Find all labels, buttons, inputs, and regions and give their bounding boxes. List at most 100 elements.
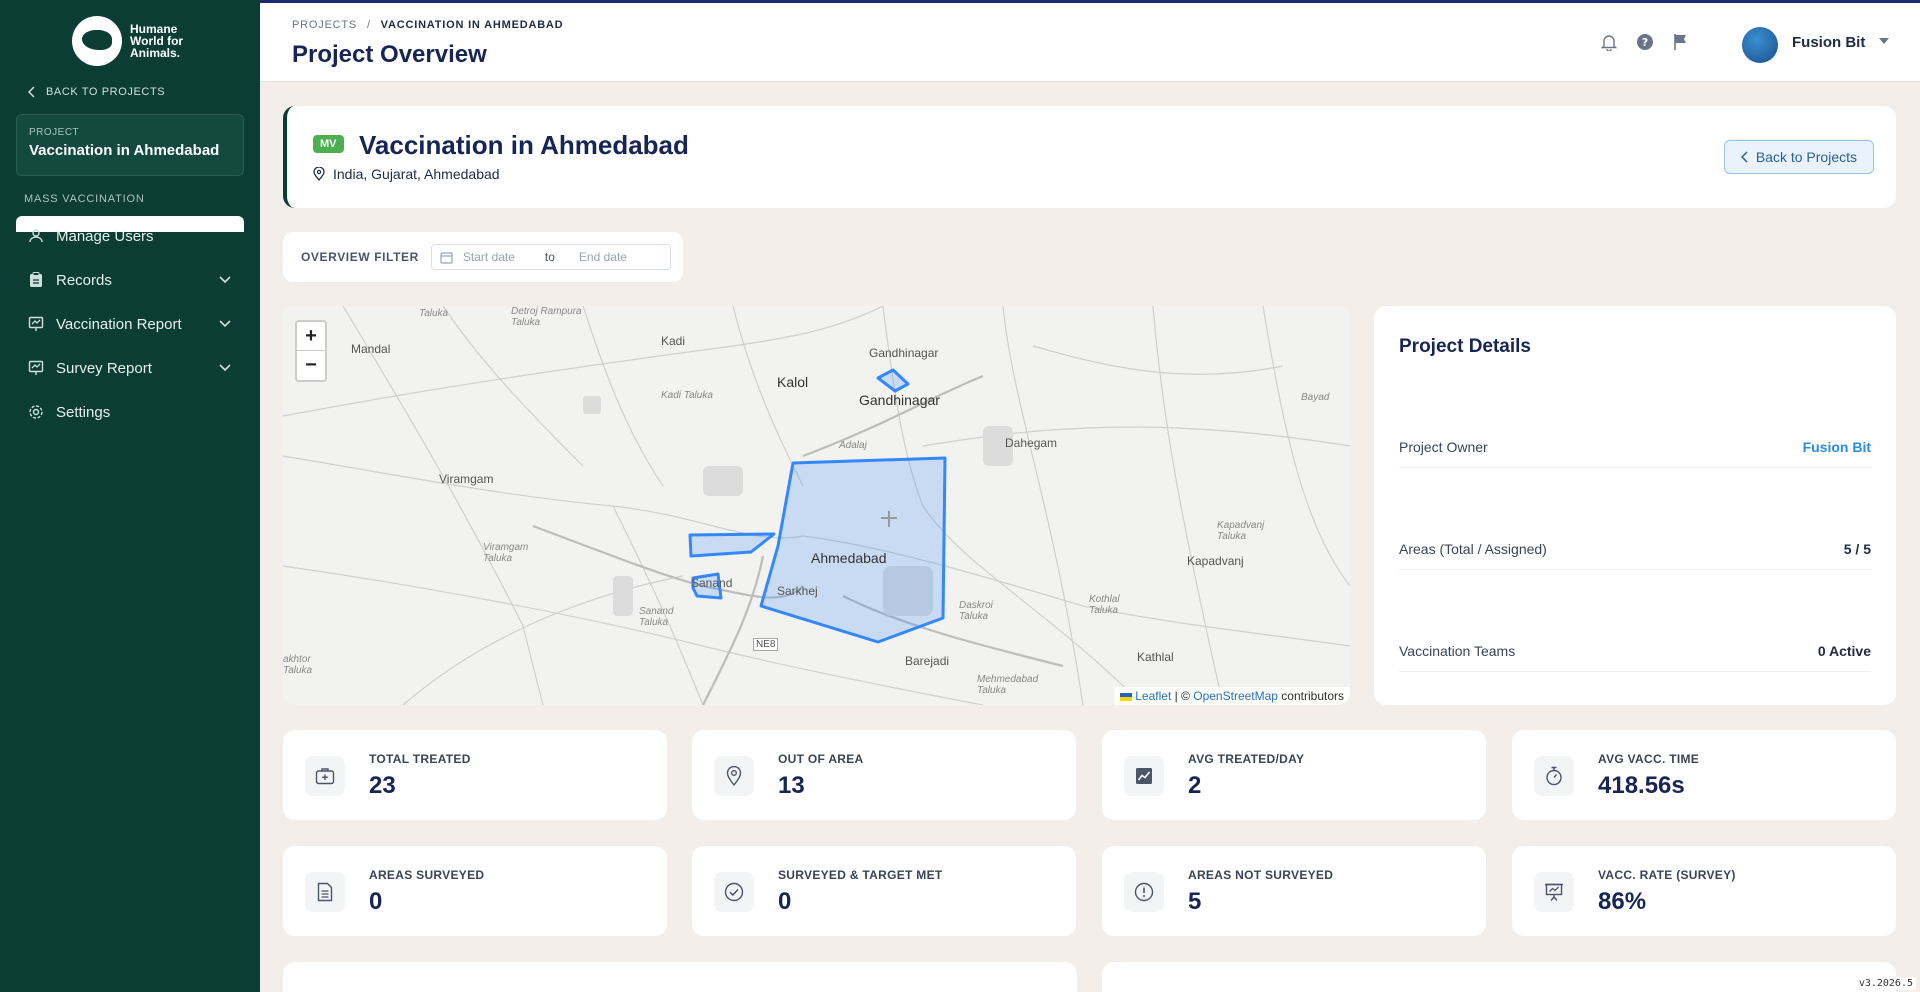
stat-avg-treated-per-day: AVG TREATED/DAY 2	[1102, 730, 1486, 820]
chevron-down-icon	[219, 364, 231, 372]
stat-label: AVG VACC. TIME	[1598, 752, 1700, 766]
stat-value: 86%	[1598, 888, 1647, 915]
stat-label: AVG TREATED/DAY	[1188, 752, 1305, 766]
user-name[interactable]: Fusion Bit	[1792, 34, 1865, 51]
project-type-badge: MV	[313, 135, 344, 153]
detail-value: 0 Active	[1817, 642, 1871, 659]
stat-label: OUT OF AREA	[778, 752, 864, 766]
sidebar-item-settings[interactable]: Settings	[16, 394, 244, 430]
stat-areas-not-surveyed: AREAS NOT SURVEYED 5	[1102, 846, 1486, 936]
bell-icon[interactable]	[1600, 33, 1618, 51]
chevron-left-icon	[1740, 151, 1748, 163]
user-icon	[28, 228, 44, 244]
map-label: Adalaj	[839, 440, 867, 451]
stat-label: SURVEYED & TARGET MET	[778, 868, 943, 882]
end-date-input[interactable]: End date	[579, 250, 627, 264]
logo-text: Humane World for Animals.	[130, 22, 184, 60]
zoom-control: + −	[295, 320, 327, 382]
map-label: Barejadi	[905, 654, 950, 668]
back-to-projects-link[interactable]: BACK TO PROJECTS	[28, 86, 165, 98]
start-date-input[interactable]: Start date	[463, 250, 535, 264]
zoom-in-button[interactable]: +	[297, 322, 325, 351]
stat-label: VACC. RATE (SURVEY)	[1598, 868, 1736, 882]
project-details-card: Project Details Project Owner Fusion Bit…	[1374, 306, 1896, 705]
current-project-card: PROJECT Vaccination in Ahmedabad	[16, 114, 244, 176]
detail-row-project-owner: Project Owner Fusion Bit	[1399, 426, 1871, 468]
zoom-out-button[interactable]: −	[297, 351, 325, 380]
sidebar-item-manage-users[interactable]: Manage Users	[16, 218, 244, 254]
date-range-separator: to	[544, 250, 555, 264]
map-label: Sarkhej	[777, 584, 818, 598]
stat-value: 13	[778, 772, 805, 799]
location-pin-icon	[313, 167, 325, 181]
map-label: Kapadvanj	[1187, 554, 1244, 568]
map-label: Taluka	[419, 308, 449, 319]
stat-value: 418.56s	[1598, 772, 1685, 799]
pin-icon	[714, 756, 754, 796]
map-label: Kadi	[661, 334, 686, 348]
detail-row-vaccination-teams: Vaccination Teams 0 Active	[1399, 630, 1871, 672]
map-label: Detroj Rampura Taluka	[511, 306, 582, 328]
map-label: Dahegam	[1005, 436, 1058, 450]
stat-value: 23	[369, 772, 396, 799]
leaflet-link[interactable]: Leaflet	[1135, 689, 1171, 703]
map-label: Kapadvanj Taluka	[1217, 520, 1265, 542]
sidebar-item-survey-report[interactable]: Survey Report	[16, 350, 244, 386]
breadcrumb-current: VACCINATION IN AHMEDABAD	[380, 19, 564, 31]
stat-value: 5	[1188, 888, 1202, 915]
avatar[interactable]	[1742, 27, 1778, 63]
map-label: Gandhinagar	[869, 346, 939, 360]
sidebar-item-vaccination-report[interactable]: Vaccination Report	[16, 306, 244, 342]
project-name: Vaccination in Ahmedabad	[29, 142, 220, 159]
map-label: akhtor Taluka	[283, 654, 313, 676]
alert-circle-icon	[1124, 872, 1164, 912]
map-tiles[interactable]	[283, 306, 1350, 705]
gear-icon	[28, 404, 44, 420]
stat-label: AREAS SURVEYED	[369, 868, 485, 882]
project-title: Vaccination in Ahmedabad	[359, 130, 689, 160]
calendar-icon	[440, 251, 453, 264]
detail-label: Areas (Total / Assigned)	[1399, 540, 1547, 557]
flag-icon[interactable]	[1672, 33, 1690, 51]
trend-chart-icon	[1124, 756, 1164, 796]
stat-value: 2	[1188, 772, 1202, 799]
date-range-picker[interactable]: Start date to End date	[430, 244, 671, 270]
project-map[interactable]: Taluka Detroj Rampura Taluka Kadi Gandhi…	[283, 306, 1350, 705]
map-label: Mehmedabad Taluka	[977, 674, 1039, 696]
stat-value: 0	[778, 888, 792, 915]
map-label: Viramgam	[439, 472, 494, 486]
map-label: Ahmedabad	[811, 550, 887, 566]
help-icon[interactable]: ?	[1636, 33, 1654, 51]
map-label: Kalol	[777, 374, 809, 390]
map-attribution: Leaflet | © OpenStreetMap contributors	[1113, 687, 1350, 705]
sidebar-item-records[interactable]: Records	[16, 262, 244, 298]
chevron-down-icon	[219, 320, 231, 328]
caret-down-icon[interactable]	[1878, 37, 1890, 45]
map-label: Sanand	[691, 576, 733, 590]
section-label: MASS VACCINATION	[24, 193, 145, 205]
openstreetmap-link[interactable]: OpenStreetMap	[1193, 689, 1278, 703]
breadcrumb-projects[interactable]: PROJECTS	[292, 19, 357, 31]
sidebar-item-label: Vaccination Report	[56, 315, 182, 333]
project-label: PROJECT	[29, 127, 80, 138]
chevron-down-icon	[219, 276, 231, 284]
detail-label: Vaccination Teams	[1399, 642, 1516, 659]
clipboard-icon	[28, 272, 44, 288]
check-circle-icon	[714, 872, 754, 912]
location-text: India, Gujarat, Ahmedabad	[333, 166, 500, 182]
back-to-projects-button[interactable]: Back to Projects	[1723, 140, 1874, 174]
brand-logo[interactable]: Humane World for Animals.	[72, 16, 183, 66]
filter-label: OVERVIEW FILTER	[301, 250, 419, 264]
breadcrumb: PROJECTS / VACCINATION IN AHMEDABAD	[292, 19, 563, 31]
chevron-left-icon	[28, 86, 35, 98]
map-label: Kathlal	[1137, 650, 1174, 664]
presentation-icon	[1534, 872, 1574, 912]
stat-vacc-rate-survey: VACC. RATE (SURVEY) 86%	[1512, 846, 1896, 936]
map-label: Bayad	[1301, 392, 1330, 403]
overview-filter: OVERVIEW FILTER Start date to End date	[283, 232, 683, 282]
top-header: PROJECTS / VACCINATION IN AHMEDABAD Proj…	[260, 0, 1920, 82]
project-details-title: Project Details	[1399, 336, 1531, 357]
sidebar-item-label: Settings	[56, 403, 111, 421]
survey-icon	[28, 360, 44, 376]
project-owner-link[interactable]: Fusion Bit	[1803, 439, 1871, 455]
